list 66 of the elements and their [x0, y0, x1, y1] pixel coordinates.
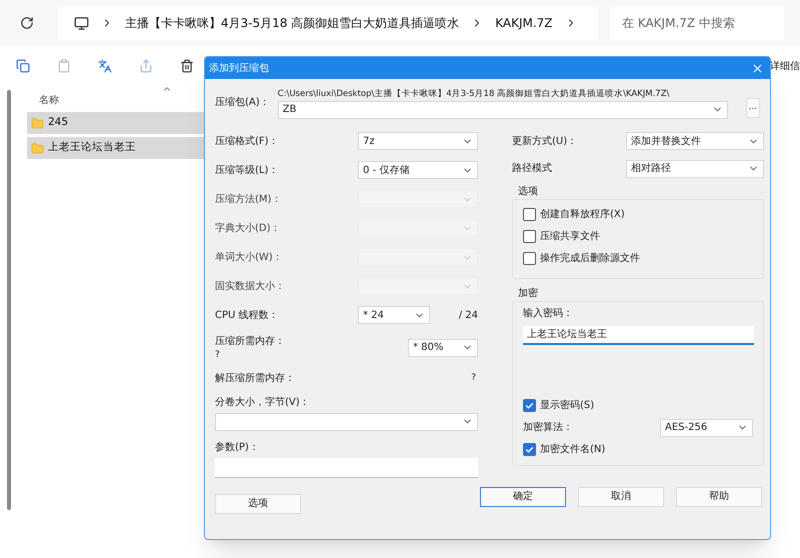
checkbox[interactable]	[523, 399, 536, 412]
checkbox-label: 创建自释放程序(X)	[540, 208, 625, 222]
field-label: 固实数据大小：	[215, 280, 285, 294]
dialog-button[interactable]: 取消	[578, 486, 664, 507]
checkbox-label: 显示密码(S)	[540, 398, 594, 414]
group-title: 加密	[518, 286, 539, 301]
dropdown[interactable]: * 80%	[408, 338, 478, 357]
field-label: 压缩格式(F)：	[215, 134, 279, 149]
browse-button[interactable]: ...	[746, 98, 760, 118]
field-label: 压缩方法(M)：	[215, 192, 282, 207]
memory-value: ?	[215, 348, 221, 362]
checkmark-icon	[525, 445, 534, 454]
archive-path: C:\Users\liuxi\Desktop\主播【卡卡啾咪】4月3-5月18 高颜御姐雪白大奶道具插逼喷水\KAKJM.7Z\	[278, 88, 670, 101]
dialog-button[interactable]: 确定	[480, 486, 566, 507]
refresh-icon[interactable]	[20, 16, 34, 30]
close-icon[interactable]	[751, 62, 764, 74]
field-label: 更新方式(U)：	[512, 134, 578, 149]
group-title: 选项	[518, 184, 539, 199]
trash-icon[interactable]	[180, 59, 194, 73]
archive-label: 压缩包(A)：	[215, 96, 270, 110]
toolbar-label[interactable]: 详细信	[770, 58, 800, 74]
field-label: 压缩所需内存：	[215, 334, 285, 348]
checkbox-label: 操作完成后删除源文件	[540, 252, 640, 266]
field-label: 输入密码：	[523, 306, 574, 321]
password-field[interactable]: 上老王论坛当老王	[523, 326, 754, 345]
copy-icon[interactable]	[16, 59, 30, 73]
folder-icon	[31, 142, 44, 154]
field-label: 字典大小(D)：	[215, 222, 281, 236]
checkbox[interactable]	[523, 443, 536, 456]
checkbox[interactable]	[523, 208, 536, 222]
dropdown[interactable]: 相对路径	[626, 160, 764, 178]
dialog-title: 添加到压缩包	[209, 62, 269, 76]
checkbox-label: 加密文件名(N)	[540, 442, 606, 458]
clipboard-icon[interactable]	[57, 59, 71, 73]
field-label: 压缩等级(L)：	[215, 164, 278, 178]
dropdown[interactable]: * 24	[358, 306, 430, 324]
field-label: 分卷大小，字节(V)：	[215, 396, 311, 410]
field-label: 单词大小(W)：	[215, 250, 283, 265]
folder-icon	[31, 116, 44, 130]
checkbox-label: 压缩共享文件	[540, 230, 600, 244]
checkbox[interactable]	[523, 252, 536, 266]
dropdown[interactable]: 添加并替换文件	[626, 132, 764, 150]
checkmark-icon	[525, 401, 534, 410]
thread-max: / 24	[458, 308, 478, 323]
options-button[interactable]: 选项	[215, 494, 301, 514]
field-label: CPU 线程数：	[215, 308, 280, 323]
folder-row[interactable]: 上老王论坛当老王	[27, 137, 207, 159]
dropdown[interactable]: ZB	[278, 100, 728, 119]
field-label: 参数(P)：	[215, 440, 260, 455]
folder-row[interactable]: 245	[27, 112, 207, 134]
field-label: 加密算法：	[523, 420, 573, 436]
dropdown[interactable]: 7z	[358, 132, 478, 150]
breadcrumb-item[interactable]: 主播【卡卡啾咪】4月3-5月18 高颜御姐雪白大奶道具插逼喷水	[124, 14, 460, 32]
checkbox[interactable]	[523, 230, 536, 244]
memory-value: ?	[471, 372, 476, 385]
column-header[interactable]: 名称	[39, 93, 59, 108]
input-field[interactable]	[215, 458, 478, 478]
monitor-icon	[74, 16, 89, 30]
field-label: 路径模式	[512, 162, 552, 176]
field-label: 解压缩所需内存：	[215, 372, 295, 386]
dialog-button[interactable]: 帮助	[676, 486, 762, 507]
breadcrumb-item[interactable]: KAKJM.7Z	[495, 14, 553, 32]
dropdown[interactable]: 0 - 仅存储	[358, 161, 478, 180]
search-field[interactable]: 在 KAKJM.7Z 中搜索	[610, 6, 784, 40]
address-bar[interactable]: 主播【卡卡啾咪】4月3-5月18 高颜御姐雪白大奶道具插逼喷水 KAKJM.7Z	[58, 6, 598, 40]
dropdown[interactable]: AES-256	[660, 418, 753, 437]
